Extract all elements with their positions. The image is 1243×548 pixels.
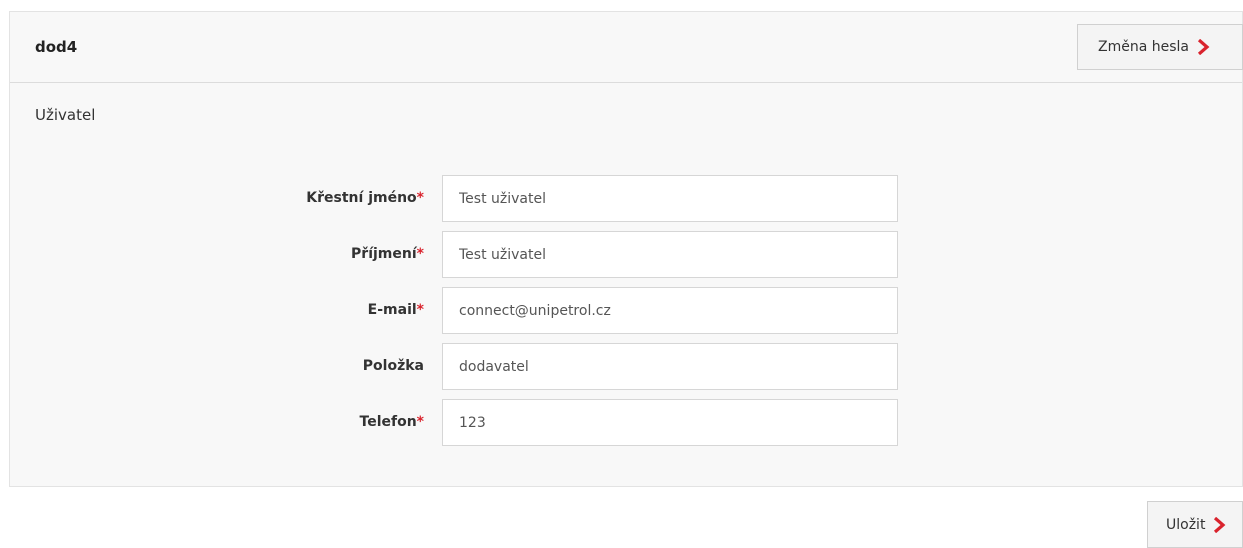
form-row-item: Položka (10, 343, 1242, 391)
phone-input[interactable] (442, 399, 898, 446)
required-marker: * (416, 302, 424, 318)
first-name-label: Křestní jméno* (306, 190, 424, 206)
section-label: Uživatel (35, 106, 96, 124)
item-label: Položka (362, 358, 424, 374)
chevron-right-icon (1212, 516, 1226, 533)
required-marker: * (416, 414, 424, 430)
user-panel: dod4 Změna hesla Uživatel Křestní jméno*… (9, 11, 1243, 487)
change-password-button[interactable]: Změna hesla (1077, 24, 1243, 70)
save-button[interactable]: Uložit (1147, 501, 1243, 548)
email-label: E-mail* (367, 302, 424, 318)
required-marker: * (416, 246, 424, 262)
last-name-input[interactable] (442, 231, 898, 278)
last-name-label: Příjmení* (351, 246, 424, 262)
save-label: Uložit (1166, 516, 1206, 533)
page-title: dod4 (35, 38, 78, 56)
item-input[interactable] (442, 343, 898, 390)
email-input[interactable] (442, 287, 898, 334)
form-row-phone: Telefon* (10, 399, 1242, 447)
first-name-input[interactable] (442, 175, 898, 222)
required-marker: * (416, 190, 424, 206)
change-password-label: Změna hesla (1098, 39, 1189, 55)
panel-header: dod4 Změna hesla (10, 12, 1243, 83)
form-row-email: E-mail* (10, 287, 1242, 335)
phone-label: Telefon* (359, 414, 424, 430)
form-row-last-name: Příjmení* (10, 231, 1242, 279)
chevron-right-icon (1196, 38, 1210, 56)
form-row-first-name: Křestní jméno* (10, 175, 1242, 223)
